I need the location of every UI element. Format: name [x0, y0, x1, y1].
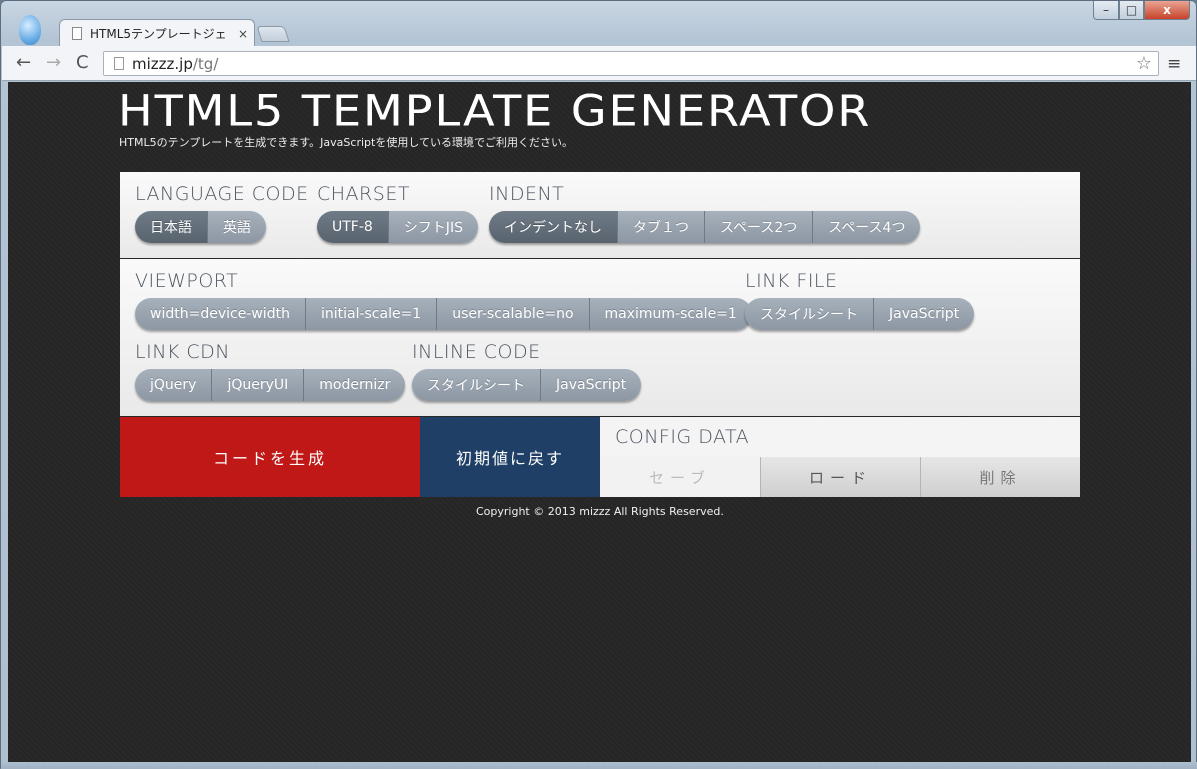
viewport-option-width[interactable]: width=device-width — [135, 298, 306, 330]
inline-code-group: スタイルシート JavaScript — [412, 369, 642, 401]
viewport-group: width=device-width initial-scale=1 user-… — [135, 298, 752, 330]
page-icon — [114, 57, 124, 70]
indent-option-tab1[interactable]: タブ１つ — [618, 211, 705, 243]
new-tab-button[interactable] — [256, 26, 290, 42]
charset-group: UTF-8 シフトJIS — [317, 211, 478, 243]
inline-code-label: INLINE CODE — [412, 341, 541, 363]
indent-option-none[interactable]: インデントなし — [489, 211, 618, 243]
minimize-button[interactable]: – — [1093, 1, 1119, 20]
config-buttons: セーブ ロード 削除 — [600, 457, 1080, 497]
page-title: HTML5 TEMPLATE GENERATOR — [118, 86, 872, 136]
tab-title: HTML5テンプレートジェ — [90, 27, 227, 41]
settings-panel-options: VIEWPORT width=device-width initial-scal… — [120, 259, 1080, 416]
browser-menu-icon[interactable]: ≡ — [1167, 54, 1181, 74]
link-cdn-label: LINK CDN — [135, 341, 231, 363]
save-button[interactable]: セーブ — [600, 457, 760, 497]
tab-close-icon[interactable]: × — [238, 27, 248, 41]
window-controls: – □ x — [1093, 1, 1190, 20]
indent-option-space2[interactable]: スペース2つ — [705, 211, 814, 243]
link-file-option-javascript[interactable]: JavaScript — [874, 298, 975, 330]
link-file-label: LINK FILE — [745, 270, 838, 292]
load-button[interactable]: ロード — [760, 457, 920, 497]
link-cdn-option-jqueryui[interactable]: jQueryUI — [212, 369, 305, 401]
link-file-group: スタイルシート JavaScript — [745, 298, 975, 330]
link-cdn-option-jquery[interactable]: jQuery — [135, 369, 213, 401]
charset-label: CHARSET — [317, 183, 410, 205]
page-icon — [72, 27, 82, 40]
link-cdn-option-modernizr[interactable]: modernizr — [304, 369, 406, 401]
language-option-japanese[interactable]: 日本語 — [135, 211, 208, 243]
config-data-label: CONFIG DATA — [615, 426, 750, 448]
browser-toolbar: ← → C mizzz.jp /tg/ ☆ ≡ — [2, 46, 1196, 81]
settings-panel-basic: LANGUAGE CODE 日本語 英語 CHARSET UTF-8 シフトJI… — [120, 172, 1080, 258]
address-bar[interactable]: mizzz.jp /tg/ ☆ — [103, 51, 1159, 76]
maximize-button[interactable]: □ — [1119, 1, 1144, 20]
bookmark-star-icon[interactable]: ☆ — [1136, 53, 1152, 74]
language-option-english[interactable]: 英語 — [208, 211, 266, 243]
inline-code-option-stylesheet[interactable]: スタイルシート — [412, 369, 541, 401]
page-subtitle: HTML5のテンプレートを生成できます。JavaScriptを使用している環境で… — [119, 136, 573, 149]
viewport-label: VIEWPORT — [135, 270, 239, 292]
copyright-text: Copyright © 2013 mizzz All Rights Reserv… — [476, 505, 724, 518]
viewport-option-maximum-scale[interactable]: maximum-scale=1 — [589, 298, 752, 330]
link-file-option-stylesheet[interactable]: スタイルシート — [745, 298, 874, 330]
indent-group: インデントなし タブ１つ スペース2つ スペース4つ — [489, 211, 921, 243]
url-host: mizzz.jp — [132, 54, 193, 73]
page-viewport: HTML5 TEMPLATE GENERATOR HTML5のテンプレートを生成… — [8, 82, 1191, 762]
profile-avatar-icon[interactable] — [19, 15, 41, 45]
config-data-section: CONFIG DATA セーブ ロード 削除 — [600, 417, 1080, 497]
viewport-option-initial-scale[interactable]: initial-scale=1 — [305, 298, 438, 330]
browser-tab[interactable]: HTML5テンプレートジェ × — [59, 19, 255, 47]
url-path: /tg/ — [192, 54, 219, 73]
indent-option-space4[interactable]: スペース4つ — [813, 211, 921, 243]
forward-arrow-icon[interactable]: → — [46, 52, 61, 73]
link-cdn-group: jQuery jQueryUI modernizr — [135, 369, 406, 401]
indent-label: INDENT — [489, 183, 565, 205]
reload-icon[interactable]: C — [76, 52, 89, 73]
reset-defaults-button[interactable]: 初期値に戻す — [420, 417, 600, 497]
language-code-group: 日本語 英語 — [135, 211, 266, 243]
back-arrow-icon[interactable]: ← — [16, 52, 31, 73]
generate-code-button[interactable]: コードを生成 — [120, 417, 420, 497]
delete-button[interactable]: 削除 — [920, 457, 1080, 497]
charset-option-sjis[interactable]: シフトJIS — [388, 211, 478, 243]
action-bar: コードを生成 初期値に戻す CONFIG DATA セーブ ロード 削除 — [120, 417, 1080, 497]
inline-code-option-javascript[interactable]: JavaScript — [541, 369, 642, 401]
charset-option-utf8[interactable]: UTF-8 — [317, 211, 389, 243]
browser-window: – □ x HTML5テンプレートジェ × ← → C mizzz.jp /tg… — [0, 0, 1197, 769]
viewport-option-user-scalable[interactable]: user-scalable=no — [437, 298, 590, 330]
language-code-label: LANGUAGE CODE — [135, 183, 309, 205]
close-window-button[interactable]: x — [1144, 1, 1190, 20]
